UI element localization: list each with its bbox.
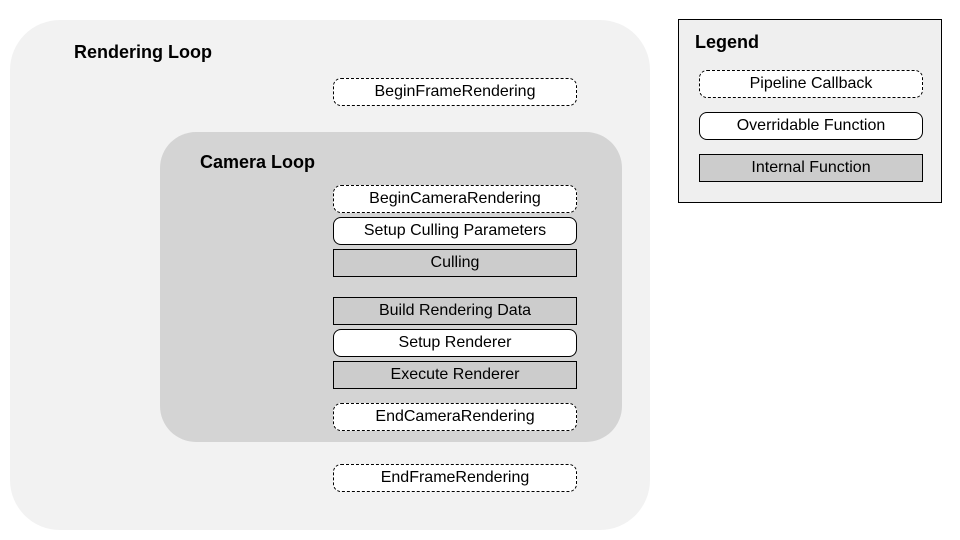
step-culling: Culling bbox=[333, 249, 577, 277]
camera-loop-title: Camera Loop bbox=[200, 152, 315, 173]
rendering-loop-title: Rendering Loop bbox=[74, 42, 212, 63]
step-execute-renderer: Execute Renderer bbox=[333, 361, 577, 389]
step-end-camera-rendering: EndCameraRendering bbox=[333, 403, 577, 431]
legend-internal-function: Internal Function bbox=[699, 154, 923, 182]
step-build-rendering-data: Build Rendering Data bbox=[333, 297, 577, 325]
legend-pipeline-callback: Pipeline Callback bbox=[699, 70, 923, 98]
camera-loop-container: Camera Loop BeginCameraRendering Setup C… bbox=[160, 132, 622, 442]
legend-overridable-function: Overridable Function bbox=[699, 112, 923, 140]
step-setup-renderer: Setup Renderer bbox=[333, 329, 577, 357]
rendering-loop-container: Rendering Loop BeginFrameRendering Camer… bbox=[10, 20, 650, 530]
step-setup-culling-parameters: Setup Culling Parameters bbox=[333, 217, 577, 245]
step-begin-camera-rendering: BeginCameraRendering bbox=[333, 185, 577, 213]
legend-title: Legend bbox=[695, 32, 759, 53]
step-end-frame-rendering: EndFrameRendering bbox=[333, 464, 577, 492]
step-begin-frame-rendering: BeginFrameRendering bbox=[333, 78, 577, 106]
legend-container: Legend Pipeline Callback Overridable Fun… bbox=[678, 19, 942, 203]
